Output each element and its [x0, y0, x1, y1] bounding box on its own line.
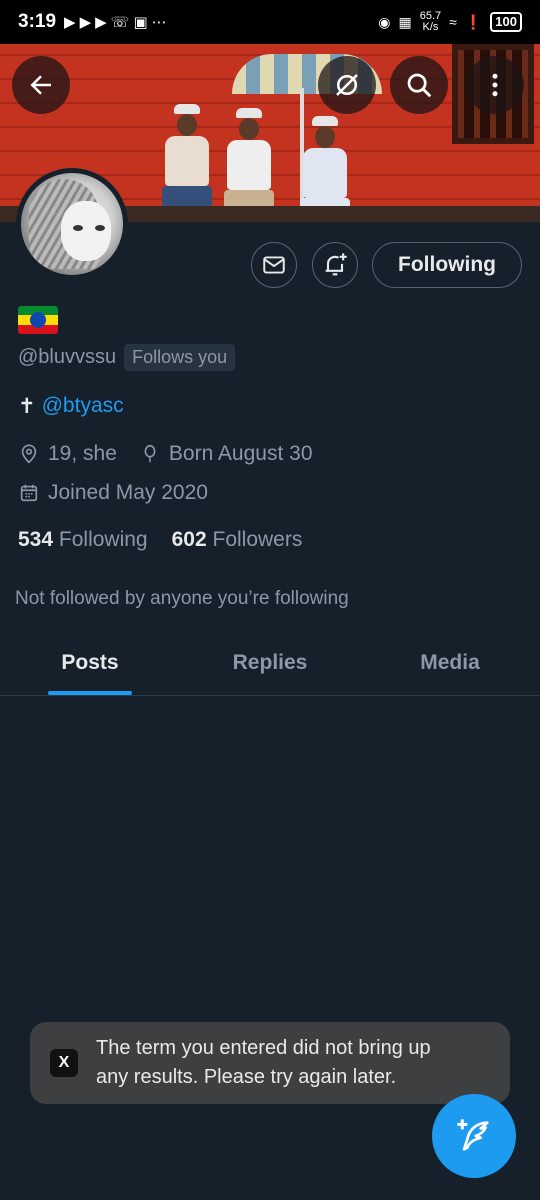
whatsapp-icon: ☏	[110, 14, 130, 31]
search-button[interactable]	[390, 56, 448, 114]
feather-plus-icon	[457, 1119, 489, 1151]
handle-row: @bluvvssu Follows you	[18, 344, 236, 371]
error-toast: X The term you entered did not bring up …	[30, 1022, 510, 1104]
not-followed-text: Not followed by anyone you’re following	[15, 588, 349, 609]
location-text: 19, she	[48, 442, 117, 465]
x-logo-icon: X	[50, 1049, 78, 1077]
back-button[interactable]	[12, 56, 70, 114]
avatar[interactable]	[16, 168, 128, 280]
tab-media[interactable]: Media	[360, 630, 540, 695]
wifi-icon: ≈	[449, 14, 457, 30]
active-tab-indicator	[48, 691, 132, 695]
more-notifications-icon: ⋯	[151, 14, 167, 31]
snapchat-icon: ▶	[64, 14, 76, 31]
more-options-button[interactable]	[466, 56, 524, 114]
tab-posts[interactable]: Posts	[0, 630, 180, 695]
more-vertical-icon	[492, 73, 498, 97]
alert-icon: ❗	[464, 13, 483, 30]
eye-icon: ◉	[378, 13, 391, 30]
box-icon: ▣	[133, 14, 148, 31]
status-time: 3:19	[18, 11, 57, 32]
mail-icon	[263, 256, 285, 274]
followers-count-link[interactable]: 602 Followers	[172, 528, 303, 552]
following-button[interactable]: Following	[372, 242, 522, 288]
bell-plus-icon	[325, 253, 347, 276]
bio-cross: ✝	[18, 395, 36, 418]
notifications-button[interactable]	[312, 242, 358, 288]
profile-tabs: Posts Replies Media	[0, 630, 540, 696]
profile-meta-row: 19, she Born August 30	[18, 442, 313, 466]
message-button[interactable]	[251, 242, 297, 288]
follows-you-badge: Follows you	[124, 344, 236, 371]
arrow-left-icon	[30, 75, 51, 95]
calendar-icon	[20, 484, 38, 502]
grok-icon	[336, 74, 358, 96]
tab-replies[interactable]: Replies	[180, 630, 360, 695]
bio: ✝ @btyasc	[18, 394, 124, 419]
joined-text: Joined May 2020	[48, 481, 208, 504]
following-count-link[interactable]: 534 Following	[18, 528, 148, 552]
snapchat-icon: ▶	[79, 14, 92, 31]
grok-button[interactable]	[318, 56, 376, 114]
user-handle: @bluvvssu	[18, 346, 117, 368]
nfc-icon: ▦	[398, 13, 412, 30]
banner-person	[224, 108, 274, 222]
toast-message: The term you entered did not bring up an…	[96, 1037, 431, 1088]
snapchat-icon: ▶	[95, 14, 107, 31]
profile-joined-row: Joined May 2020	[18, 481, 208, 505]
banner-person	[162, 104, 212, 222]
search-icon	[407, 73, 432, 98]
birthday-text: Born August 30	[168, 442, 313, 465]
network-speed: 65.7 K/s	[419, 10, 442, 33]
follow-counts: 534 Following 602 Followers	[18, 528, 302, 552]
compose-post-button[interactable]	[432, 1094, 516, 1178]
flag-emblem	[30, 312, 46, 328]
display-name-flag	[18, 306, 58, 334]
status-bar: 3:19 ▶ ▶ ▶ ☏ ▣ ⋯ ◉ ▦ 65.7 K/s ≈ ❗ 100	[0, 0, 540, 44]
bio-mention-link[interactable]: @btyasc	[42, 394, 124, 419]
notification-icons: ▶ ▶ ▶ ☏ ▣ ⋯	[64, 13, 167, 31]
balloon-icon	[144, 444, 156, 463]
battery-indicator: 100	[490, 12, 522, 32]
location-icon	[21, 444, 37, 464]
